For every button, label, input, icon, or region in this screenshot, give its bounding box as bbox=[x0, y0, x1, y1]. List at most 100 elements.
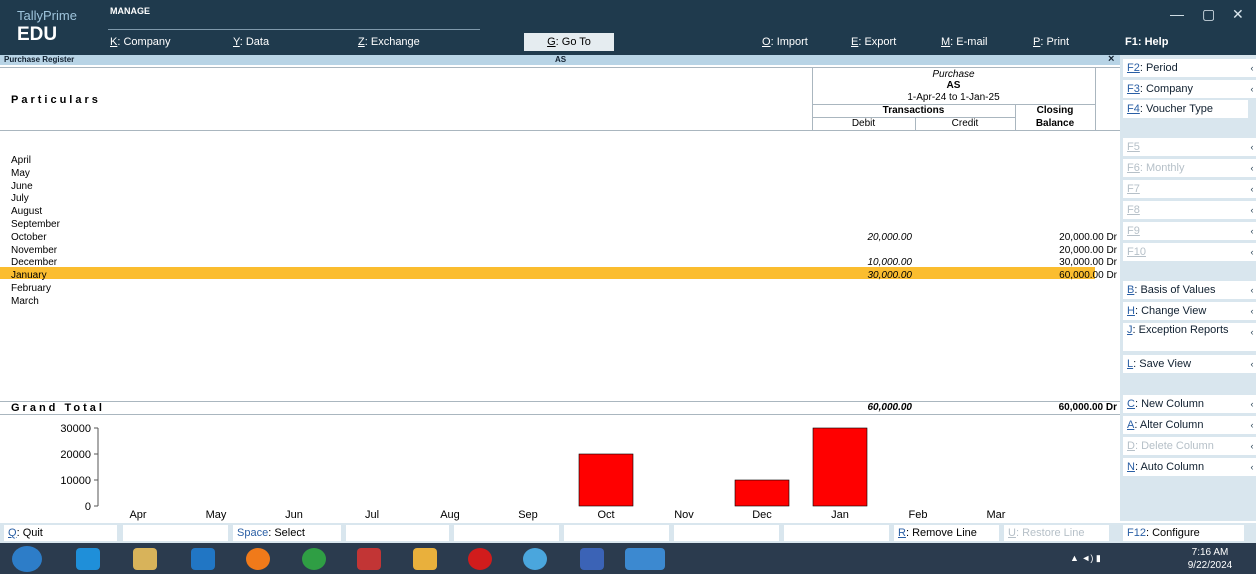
close-report-icon[interactable]: × bbox=[1108, 53, 1114, 65]
panel-expand-icon[interactable]: ‹ bbox=[1248, 355, 1256, 373]
empty-slot bbox=[564, 525, 669, 541]
panel-button-key: F10 bbox=[1127, 246, 1146, 258]
row-debit: 30,000.00 bbox=[867, 270, 913, 282]
row-month-april[interactable]: April bbox=[11, 155, 31, 167]
row-month-october[interactable]: October bbox=[11, 232, 47, 244]
word-icon[interactable] bbox=[580, 548, 604, 570]
panel-expand-icon[interactable]: ‹ bbox=[1248, 180, 1256, 198]
row-month-august[interactable]: August bbox=[11, 206, 42, 218]
panel-expand-icon[interactable]: ‹ bbox=[1248, 59, 1256, 77]
clock-date: 9/22/2024 bbox=[1187, 560, 1233, 571]
firefox-icon[interactable] bbox=[246, 548, 270, 570]
remove-line-button[interactable]: R: Remove Line bbox=[894, 525, 999, 541]
windows-taskbar: ▲ ◄) ▮ 7:16 AM 9/22/2024 bbox=[0, 543, 1256, 574]
menu-help[interactable]: F1: Help bbox=[1125, 36, 1168, 48]
panel-button-key: N bbox=[1127, 461, 1135, 473]
bar-dec bbox=[734, 479, 790, 507]
row-month-march[interactable]: March bbox=[11, 296, 39, 308]
active-window-icon[interactable] bbox=[625, 548, 665, 570]
close-icon[interactable]: ✕ bbox=[1232, 6, 1244, 23]
x-tick-label: Mar bbox=[987, 509, 1006, 521]
chrome-icon[interactable] bbox=[302, 548, 326, 570]
panel-expand-icon[interactable]: ‹ bbox=[1248, 302, 1256, 320]
panel-expand-icon[interactable]: ‹ bbox=[1248, 138, 1256, 156]
panel-expand-icon[interactable]: ‹ bbox=[1248, 323, 1256, 351]
panel-expand-icon[interactable]: ‹ bbox=[1248, 437, 1256, 455]
opera-icon[interactable] bbox=[468, 548, 492, 570]
internet-explorer-icon[interactable] bbox=[76, 548, 100, 570]
debit-header: Debit bbox=[851, 118, 876, 129]
tray-icons[interactable]: ▲ ◄) ▮ bbox=[1070, 553, 1130, 565]
menu-print[interactable]: P: Print bbox=[1033, 36, 1069, 48]
credit-header: Credit bbox=[951, 118, 979, 129]
panel-button-save-view[interactable]: L: Save View ‹ bbox=[1123, 355, 1256, 373]
select-button[interactable]: Space: Select bbox=[233, 525, 341, 541]
panel-expand-icon[interactable]: ‹ bbox=[1248, 201, 1256, 219]
office-icon[interactable] bbox=[413, 548, 437, 570]
row-month-january[interactable]: January bbox=[11, 270, 47, 282]
menu-company[interactable]: K: Company bbox=[110, 36, 171, 48]
panel-expand-icon[interactable]: ‹ bbox=[1248, 395, 1256, 413]
quit-button[interactable]: Q: Quit bbox=[4, 525, 117, 541]
menu-data[interactable]: Y: Data bbox=[233, 36, 269, 48]
restore-line-button[interactable]: U: Restore Line bbox=[1004, 525, 1109, 541]
restore-icon[interactable]: ▢ bbox=[1202, 6, 1215, 23]
row-month-november[interactable]: November bbox=[11, 245, 57, 257]
panel-button-change-view[interactable]: H: Change View ‹ bbox=[1123, 302, 1256, 320]
panel-expand-icon[interactable]: ‹ bbox=[1248, 159, 1256, 177]
menu-email[interactable]: M: E-mail bbox=[941, 36, 987, 48]
panel-button-alter-column[interactable]: A: Alter Column ‹ bbox=[1123, 416, 1256, 434]
row-month-june[interactable]: June bbox=[11, 181, 33, 193]
panel-expand-icon[interactable]: ‹ bbox=[1248, 243, 1256, 261]
x-tick-label: Nov bbox=[674, 509, 694, 521]
manage-label: MANAGE bbox=[110, 6, 150, 16]
x-tick-label: Jun bbox=[285, 509, 303, 521]
panel-button-exception-reports[interactable]: J: Exception Reports ‹ bbox=[1123, 323, 1256, 351]
grand-total-debit: 60,000.00 bbox=[867, 402, 913, 413]
panel-button-company[interactable]: F3: Company ‹ bbox=[1123, 80, 1256, 98]
menu-goto[interactable]: G: Go To bbox=[524, 33, 614, 51]
y-tick-label: 0 bbox=[85, 501, 91, 513]
panel-button-key: F9 bbox=[1127, 225, 1140, 237]
panel-button-auto-column[interactable]: N: Auto Column ‹ bbox=[1123, 458, 1256, 476]
start-button-icon[interactable] bbox=[12, 546, 42, 572]
panel-expand-icon[interactable]: ‹ bbox=[1248, 222, 1256, 240]
purchase-bar-chart: 0 10000 20000 30000 Apr May Jun Jul Aug Sep Oct Nov… bbox=[0, 414, 1120, 521]
row-month-july[interactable]: July bbox=[11, 193, 29, 205]
chart-svg: 0 10000 20000 30000 Apr May Jun Jul Aug Sep Oct Nov… bbox=[60, 423, 1006, 521]
panel-button-label: Alter Column bbox=[1139, 419, 1204, 431]
panel-button-basis-of-values[interactable]: B: Basis of Values ‹ bbox=[1123, 281, 1256, 299]
menu-exchange[interactable]: Z: Exchange bbox=[358, 36, 420, 48]
menu-export[interactable]: E: Export bbox=[851, 36, 896, 48]
minimize-icon[interactable]: — bbox=[1170, 6, 1184, 22]
panel-button-key: F6 bbox=[1127, 162, 1140, 174]
file-explorer-icon[interactable] bbox=[133, 548, 157, 570]
media-player-icon[interactable] bbox=[191, 548, 215, 570]
x-tick-label: Jan bbox=[831, 509, 849, 521]
tally-icon[interactable] bbox=[357, 548, 381, 570]
panel-button-key: F2 bbox=[1127, 62, 1140, 74]
panel-button-key: H bbox=[1127, 305, 1135, 317]
panel-button-label: Exception Reports bbox=[1138, 324, 1229, 336]
panel-button-key: L bbox=[1127, 358, 1134, 370]
panel-expand-icon[interactable]: ‹ bbox=[1248, 80, 1256, 98]
calculator-icon[interactable] bbox=[523, 548, 547, 570]
configure-button[interactable]: F12: Configure bbox=[1123, 525, 1244, 541]
panel-expand-icon[interactable]: ‹ bbox=[1248, 458, 1256, 476]
panel-button-label: Monthly bbox=[1145, 162, 1185, 174]
panel-expand-icon[interactable]: ‹ bbox=[1248, 281, 1256, 299]
menu-import[interactable]: O: Import bbox=[762, 36, 808, 48]
panel-button-label: Save View bbox=[1139, 358, 1192, 370]
panel-expand-icon[interactable]: ‹ bbox=[1248, 416, 1256, 434]
panel-button-voucher-type[interactable]: F4: Voucher Type bbox=[1123, 100, 1248, 118]
divider bbox=[0, 401, 1120, 402]
row-month-may[interactable]: May bbox=[11, 168, 30, 180]
empty-slot bbox=[346, 525, 449, 541]
divider bbox=[0, 130, 1120, 131]
panel-button-period[interactable]: F2: Period ‹ bbox=[1123, 59, 1256, 77]
panel-button-new-column[interactable]: C: New Column ‹ bbox=[1123, 395, 1256, 413]
row-month-september[interactable]: September bbox=[11, 219, 60, 231]
row-month-february[interactable]: February bbox=[11, 283, 51, 295]
row-month-december[interactable]: December bbox=[11, 257, 57, 269]
row-balance: 30,000.00 Dr bbox=[1059, 257, 1117, 269]
